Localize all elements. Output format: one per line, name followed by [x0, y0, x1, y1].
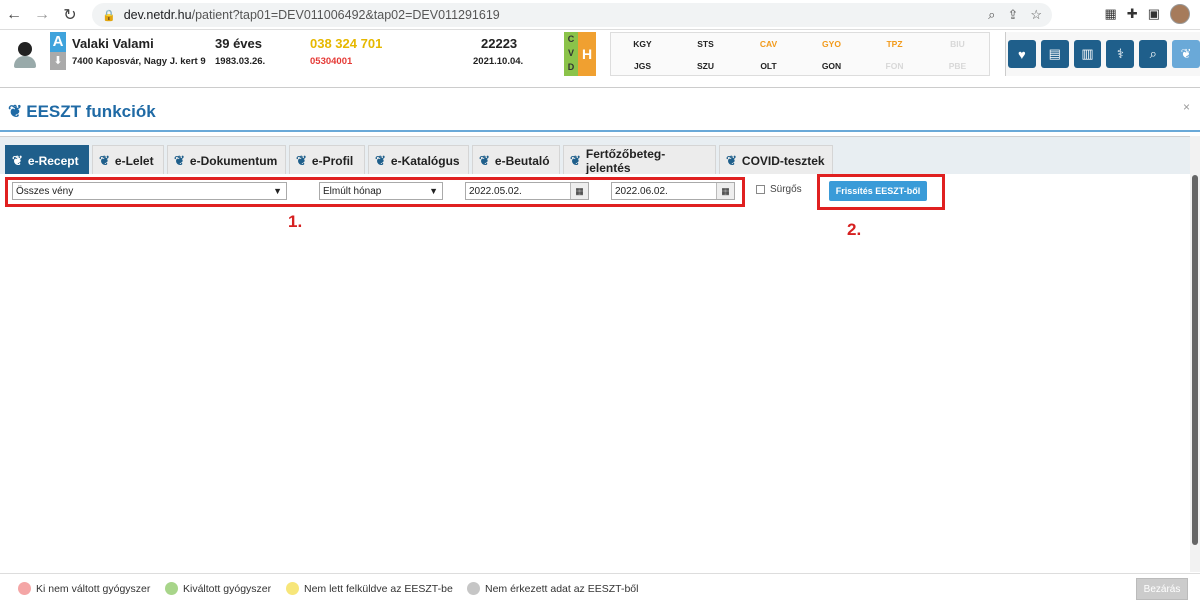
url-path: /patient?tap01=DEV011006492&tap02=DEV011… — [191, 8, 500, 22]
pharmacist-icon[interactable]: ⚕ — [1106, 40, 1135, 68]
zoom-icon[interactable]: ⌕ — [988, 7, 995, 23]
sidepanel-icon[interactable]: ▣ — [1148, 6, 1160, 22]
patient-header: A ⬇ Valaki Valami 7400 Kaposvár, Nagy J.… — [0, 30, 1200, 88]
eeszt-icon: ❦ — [12, 152, 23, 168]
extensions-icon[interactable]: ✚ — [1127, 6, 1138, 22]
forward-icon[interactable]: → — [28, 0, 56, 30]
calendar-icon[interactable]: ▦ — [716, 183, 734, 199]
legend-item: Ki nem váltott gyógyszer — [18, 582, 150, 595]
books-icon[interactable]: ▥ — [1073, 40, 1102, 68]
patient-id-date: 2021.10.04. — [473, 56, 524, 67]
eeszt-icon: ❦ — [296, 152, 307, 168]
lock-icon: 🔒 — [102, 9, 116, 22]
close-icon[interactable]: × — [1183, 100, 1190, 114]
eeszt-icon[interactable]: ❦ — [1172, 40, 1200, 68]
legend-item: Nem lett felküldve az EESZT-be — [286, 582, 453, 595]
blood-group-badge: A — [50, 32, 66, 52]
risk-code-gyo[interactable]: GYO — [800, 33, 863, 55]
reload-icon[interactable]: ↻ — [56, 0, 84, 30]
risk-code-cav[interactable]: CAV — [737, 33, 800, 55]
qr-icon[interactable]: ▦ — [1105, 6, 1117, 22]
search-icon[interactable]: ⌕ — [1139, 40, 1168, 68]
tab-fertozobeteg-jelentes[interactable]: ❦ Fertőzőbeteg-jelentés — [563, 145, 716, 175]
annotation-1: 1. — [288, 212, 303, 231]
period-select[interactable]: Elmúlt hónap ▼ — [319, 182, 443, 200]
patient-taj: 05304001 — [310, 56, 353, 67]
tab-e-recept[interactable]: ❦ e-Recept — [5, 145, 89, 175]
risk-code-jgs[interactable]: JGS — [611, 55, 674, 77]
checkbox[interactable] — [756, 185, 765, 194]
refresh-eeszt-button[interactable]: Frissítés EESZT-ből — [829, 181, 927, 201]
url-host: dev.netdr.hu — [123, 8, 192, 22]
patient-dob: 1983.03.26. — [215, 56, 266, 67]
legend-footer: Ki nem váltott gyógyszer Kiváltott gyógy… — [0, 573, 1200, 604]
quick-actions: ♥ ▤ ▥ ⚕ ⌕ ❦ — [1005, 32, 1200, 76]
bookmark-star-icon[interactable]: ☆ — [1030, 7, 1042, 23]
patient-phone: 038 324 701 — [310, 36, 383, 51]
risk-code-olt[interactable]: OLT — [737, 55, 800, 77]
date-from-input[interactable]: 2022.05.02. ▦ — [465, 182, 589, 200]
eeszt-icon: ❦ — [174, 152, 185, 168]
patient-avatar-icon — [8, 38, 42, 72]
close-button[interactable]: Bezárás — [1136, 578, 1188, 600]
cvd-badge[interactable]: C V D — [564, 32, 578, 76]
patient-age: 39 éves — [215, 36, 262, 51]
eeszt-icon: ❦ — [726, 152, 737, 168]
browser-toolbar: ← → ↻ 🔒 dev.netdr.hu/patient?tap01=DEV01… — [0, 0, 1200, 30]
tab-e-katalogus[interactable]: ❦ e-Katalógus — [368, 145, 469, 175]
tab-e-profil[interactable]: ❦ e-Profil — [289, 145, 365, 175]
calendar-icon[interactable]: ▦ — [570, 183, 588, 199]
tab-content — [0, 174, 1190, 572]
eeszt-icon: ❦ — [479, 152, 490, 168]
legend-dot — [286, 582, 299, 595]
profile-avatar[interactable] — [1170, 4, 1190, 24]
risk-code-pbe[interactable]: PBE — [926, 55, 989, 77]
down-arrow-icon[interactable]: ⬇ — [50, 52, 66, 70]
heart-icon[interactable]: ♥ — [1008, 40, 1036, 68]
tab-bar: ❦ e-Recept ❦ e-Lelet ❦ e-Dokumentum ❦ e-Prof… — [0, 136, 1190, 175]
back-icon[interactable]: ← — [0, 0, 28, 30]
chevron-down-icon: ▼ — [273, 186, 282, 196]
annotation-2: 2. — [847, 220, 862, 239]
legend-dot — [467, 582, 480, 595]
prescription-type-select[interactable]: Összes vény ▼ — [12, 182, 287, 200]
tab-e-beutalo[interactable]: ❦ e-Beutaló — [472, 145, 560, 175]
address-bar[interactable]: 🔒 dev.netdr.hu/patient?tap01=DEV01100649… — [92, 3, 1052, 27]
legend-item: Nem érkezett adat az EESZT-ből — [467, 582, 638, 595]
date-to-input[interactable]: 2022.06.02. ▦ — [611, 182, 735, 200]
eeszt-icon: ❦ — [99, 152, 110, 168]
risk-code-fon[interactable]: FON — [863, 55, 926, 77]
legend-item: Kiváltott gyógyszer — [165, 582, 271, 595]
tab-e-lelet[interactable]: ❦ e-Lelet — [92, 145, 164, 175]
legend-dot — [165, 582, 178, 595]
eeszt-icon: ❦ — [570, 152, 581, 168]
risk-code-tpz[interactable]: TPZ — [863, 33, 926, 55]
modal-header: ❦ EESZT funkciók × — [0, 88, 1200, 132]
tab-covid-tesztek[interactable]: ❦ COVID-tesztek — [719, 145, 833, 175]
urgent-checkbox[interactable]: Sürgős — [756, 184, 802, 195]
patient-name[interactable]: Valaki Valami — [72, 36, 154, 51]
scrollbar-thumb[interactable] — [1192, 175, 1198, 545]
risk-code-kgy[interactable]: KGY — [611, 33, 674, 55]
eeszt-logo-icon: ❦ — [8, 102, 23, 121]
patient-id-number: 22223 — [481, 36, 518, 51]
chevron-down-icon: ▼ — [429, 186, 438, 196]
risk-code-biu[interactable]: BIU — [926, 33, 989, 55]
eeszt-icon: ❦ — [375, 152, 386, 168]
h-badge[interactable]: H — [578, 32, 596, 76]
share-icon[interactable]: ⇪ — [1007, 7, 1018, 23]
legend-dot — [18, 582, 31, 595]
modal-title: ❦ EESZT funkciók — [8, 102, 156, 121]
risk-code-grid: KGY STS CAV GYO TPZ BIU JGS SZU OLT GON FON PBE — [610, 32, 990, 76]
risk-code-gon[interactable]: GON — [800, 55, 863, 77]
tab-e-dokumentum[interactable]: ❦ e-Dokumentum — [167, 145, 286, 175]
risk-code-sts[interactable]: STS — [674, 33, 737, 55]
document-icon[interactable]: ▤ — [1040, 40, 1069, 68]
patient-address: 7400 Kaposvár, Nagy J. kert 9 — [72, 56, 206, 67]
risk-code-szu[interactable]: SZU — [674, 55, 737, 77]
